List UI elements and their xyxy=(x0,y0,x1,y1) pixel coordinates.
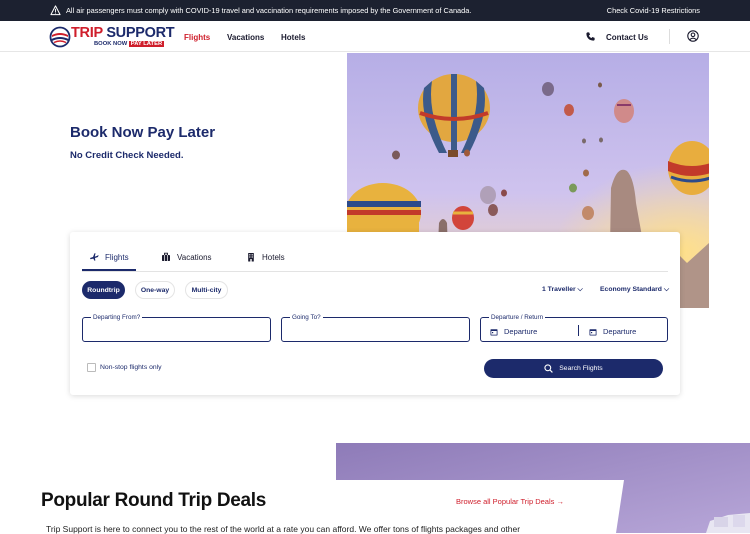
cabin-class-value: Economy Standard xyxy=(600,286,662,293)
check-restrictions-link[interactable]: Check Covid-19 Restrictions xyxy=(607,6,700,15)
warning-icon xyxy=(50,5,61,16)
non-stop-checkbox[interactable] xyxy=(87,363,96,372)
contact-us-link[interactable]: Contact Us xyxy=(606,33,648,42)
tab-vacations[interactable]: Vacations xyxy=(161,252,212,262)
calendar-icon xyxy=(490,328,498,335)
chevron-down-icon: ⌵ xyxy=(577,286,583,293)
tab-vacations-label: Vacations xyxy=(177,252,212,262)
tab-flights-label: Flights xyxy=(105,252,129,262)
deals-background-image xyxy=(336,443,750,533)
search-flights-label: Search Flights xyxy=(559,365,603,372)
trip-type-multi-city[interactable]: Multi-city xyxy=(185,281,228,299)
globe-logo-icon xyxy=(49,26,71,48)
search-flights-button[interactable]: Search Flights xyxy=(484,359,663,378)
dates-field[interactable]: Departure / Return Departure Departure xyxy=(480,314,668,342)
return-date-value: Departure xyxy=(603,327,637,336)
covid-banner: All air passengers must comply with COVI… xyxy=(0,0,750,21)
cabin-class-dropdown[interactable]: Economy Standard ⌵ xyxy=(600,286,669,294)
trip-type-one-way[interactable]: One-way xyxy=(135,281,175,299)
browse-deals-link[interactable]: Browse all Popular Trip Deals → xyxy=(456,497,564,506)
date-separator xyxy=(578,325,579,336)
covid-message: All air passengers must comply with COVI… xyxy=(66,6,472,15)
logo-tagline: BOOK NOW PAY LATER xyxy=(94,41,165,47)
hero-title: Book Now Pay Later xyxy=(70,124,216,141)
nav-flights[interactable]: Flights xyxy=(184,33,210,42)
user-account-icon[interactable] xyxy=(687,30,699,42)
calendar-icon xyxy=(589,328,597,335)
travellers-dropdown[interactable]: 1 Traveller ⌵ xyxy=(542,286,583,294)
tab-hotels-label: Hotels xyxy=(262,252,285,262)
departure-date-value: Departure xyxy=(504,327,538,336)
tab-divider xyxy=(82,271,668,272)
trip-support-logo[interactable]: TRIP SUPPORT BOOK NOW PAY LATER xyxy=(49,25,175,49)
departing-from-field[interactable]: Departing From? xyxy=(82,314,271,342)
phone-icon xyxy=(586,32,595,41)
search-icon xyxy=(544,364,554,373)
hero-subtitle: No Credit Check Needed. xyxy=(70,150,184,161)
deals-title: Popular Round Trip Deals xyxy=(41,490,267,511)
departure-date[interactable]: Departure xyxy=(490,327,537,336)
flight-search-card: Flights Vacations Hotels Roundtrip One-w… xyxy=(70,232,680,395)
travellers-value: 1 Traveller xyxy=(542,286,576,293)
non-stop-label: Non-stop flights only xyxy=(100,364,162,371)
going-to-label: Going To? xyxy=(290,314,323,321)
return-date[interactable]: Departure xyxy=(589,327,636,336)
dates-label: Departure / Return xyxy=(489,314,546,321)
tab-flights[interactable]: Flights xyxy=(89,252,129,262)
header-divider xyxy=(669,29,670,44)
site-header: TRIP SUPPORT BOOK NOW PAY LATER Flights … xyxy=(0,21,750,52)
nav-vacations[interactable]: Vacations xyxy=(227,33,264,42)
trip-type-roundtrip[interactable]: Roundtrip xyxy=(82,281,125,299)
nav-hotels[interactable]: Hotels xyxy=(281,33,305,42)
logo-wordmark: TRIP SUPPORT xyxy=(71,25,175,41)
building-icon xyxy=(248,253,254,262)
going-to-field[interactable]: Going To? xyxy=(281,314,470,342)
plane-icon xyxy=(90,253,99,261)
departing-from-label: Departing From? xyxy=(91,314,143,321)
tab-hotels[interactable]: Hotels xyxy=(246,252,285,262)
suitcase-icon xyxy=(162,252,170,261)
chevron-down-icon: ⌵ xyxy=(663,286,669,293)
